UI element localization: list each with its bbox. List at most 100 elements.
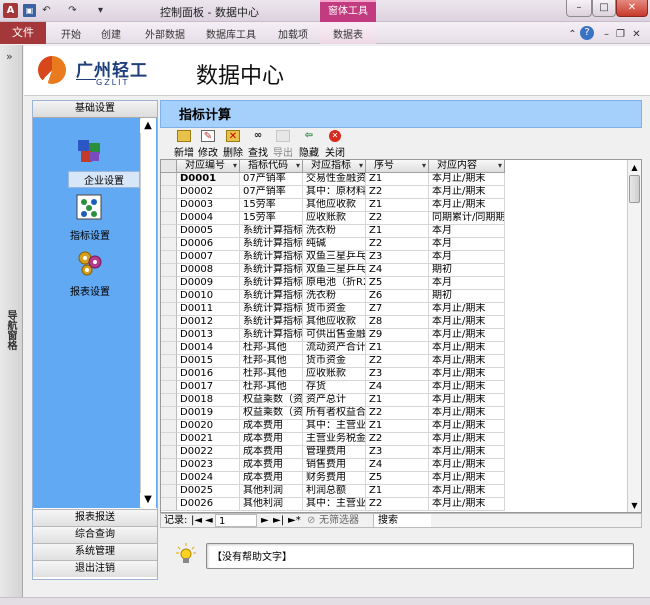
- table-cell[interactable]: D0018: [177, 394, 240, 407]
- table-cell[interactable]: 原电池（折R2: [303, 277, 366, 290]
- table-cell[interactable]: D0004: [177, 212, 240, 225]
- table-cell[interactable]: 权益乘数（资: [240, 407, 303, 420]
- table-row[interactable]: D0024 成本费用 财务费用 Z5 本月止/期末: [161, 472, 627, 485]
- table-cell[interactable]: Z2: [366, 498, 429, 511]
- grid-scroll-up-icon[interactable]: ▲: [628, 161, 641, 175]
- table-cell[interactable]: D0001: [177, 173, 240, 186]
- edit-button[interactable]: ✎ 修改: [195, 130, 221, 159]
- table-cell[interactable]: 成本费用: [240, 459, 303, 472]
- table-cell[interactable]: 双鱼三星乒乓: [303, 251, 366, 264]
- table-cell[interactable]: 07产销率: [240, 173, 303, 186]
- sidebar-item-report-settings[interactable]: 报表设置: [54, 283, 126, 298]
- redo-icon[interactable]: ↷: [66, 4, 79, 17]
- table-cell[interactable]: 本月止/期末: [429, 446, 505, 459]
- table-cell[interactable]: Z3: [366, 368, 429, 381]
- grid-scroll-thumb[interactable]: [629, 175, 640, 203]
- table-cell[interactable]: D0019: [177, 407, 240, 420]
- table-cell[interactable]: D0020: [177, 420, 240, 433]
- table-cell[interactable]: 系统计算指标: [240, 290, 303, 303]
- table-row[interactable]: D0006 系统计算指标 纯碱 Z2 本月: [161, 238, 627, 251]
- table-cell[interactable]: 杜邦-其他: [240, 381, 303, 394]
- row-selector[interactable]: [161, 277, 177, 290]
- tab-database-tools[interactable]: 数据库工具: [206, 26, 256, 41]
- table-cell[interactable]: 其中：原材料: [303, 186, 366, 199]
- table-cell[interactable]: Z2: [366, 407, 429, 420]
- table-cell[interactable]: 其中：主营业: [303, 420, 366, 433]
- table-row[interactable]: D0026 其他利润 其中：主营业 Z2 本月止/期末: [161, 498, 627, 511]
- doc-close-icon[interactable]: ✕: [630, 28, 643, 41]
- scroll-up-icon[interactable]: ▲: [140, 119, 156, 133]
- row-selector[interactable]: [161, 251, 177, 264]
- filter-icon[interactable]: ⊘: [307, 514, 315, 527]
- sidebar-section-comprehensive-query[interactable]: 综合查询: [33, 526, 157, 543]
- table-cell[interactable]: 本月: [429, 238, 505, 251]
- table-row[interactable]: D0016 杜邦-其他 应收账款 Z3 本月止/期末: [161, 368, 627, 381]
- table-cell[interactable]: 销售费用: [303, 459, 366, 472]
- find-button[interactable]: ∞ 查找: [245, 130, 271, 159]
- table-cell[interactable]: 同期累计/同期期: [429, 212, 505, 225]
- row-selector[interactable]: [161, 225, 177, 238]
- delete-button[interactable]: ✕ 删除: [220, 130, 246, 159]
- table-cell[interactable]: 本月: [429, 225, 505, 238]
- table-cell[interactable]: 洗衣粉: [303, 290, 366, 303]
- row-selector[interactable]: [161, 212, 177, 225]
- column-filter-icon[interactable]: ▾: [359, 160, 363, 172]
- sidebar-item-indicator-settings[interactable]: 指标设置: [54, 227, 126, 242]
- current-record-input[interactable]: 1: [215, 514, 257, 527]
- sidebar-section-system-management[interactable]: 系统管理: [33, 543, 157, 560]
- row-selector[interactable]: [161, 433, 177, 446]
- table-cell[interactable]: D0025: [177, 485, 240, 498]
- table-cell[interactable]: Z2: [366, 186, 429, 199]
- table-cell[interactable]: D0013: [177, 329, 240, 342]
- table-cell[interactable]: 本月: [429, 251, 505, 264]
- column-filter-icon[interactable]: ▾: [233, 160, 237, 172]
- table-cell[interactable]: D0002: [177, 186, 240, 199]
- table-cell[interactable]: D0008: [177, 264, 240, 277]
- table-cell[interactable]: 其他应收款: [303, 316, 366, 329]
- row-selector[interactable]: [161, 238, 177, 251]
- table-cell[interactable]: 财务费用: [303, 472, 366, 485]
- table-row[interactable]: D0015 杜邦-其他 货币资金 Z2 本月止/期末: [161, 355, 627, 368]
- table-cell[interactable]: D0024: [177, 472, 240, 485]
- row-selector[interactable]: [161, 446, 177, 459]
- table-row[interactable]: D0025 其他利润 利润总额 Z1 本月止/期末: [161, 485, 627, 498]
- table-cell[interactable]: 15劳率: [240, 199, 303, 212]
- table-cell[interactable]: Z5: [366, 472, 429, 485]
- row-selector[interactable]: [161, 407, 177, 420]
- row-selector[interactable]: [161, 355, 177, 368]
- table-cell[interactable]: Z1: [366, 173, 429, 186]
- table-row[interactable]: D0010 系统计算指标 洗衣粉 Z6 期初: [161, 290, 627, 303]
- table-cell[interactable]: 本月止/期末: [429, 368, 505, 381]
- table-row[interactable]: D0012 系统计算指标 其他应收款 Z8 本月止/期末: [161, 316, 627, 329]
- row-selector[interactable]: [161, 329, 177, 342]
- table-cell[interactable]: 杜邦-其他: [240, 368, 303, 381]
- table-cell[interactable]: 成本费用: [240, 446, 303, 459]
- table-cell[interactable]: Z8: [366, 316, 429, 329]
- tab-external-data[interactable]: 外部数据: [145, 26, 185, 41]
- sidebar-section-logout[interactable]: 退出注销: [33, 560, 157, 577]
- table-cell[interactable]: 双鱼三星乒乓: [303, 264, 366, 277]
- table-cell[interactable]: Z4: [366, 381, 429, 394]
- save-icon[interactable]: ▣: [23, 4, 36, 17]
- grid-vertical-scrollbar[interactable]: [627, 160, 641, 512]
- table-cell[interactable]: D0012: [177, 316, 240, 329]
- column-filter-icon[interactable]: ▾: [422, 160, 426, 172]
- table-cell[interactable]: D0005: [177, 225, 240, 238]
- tab-file[interactable]: 文件: [0, 22, 46, 44]
- table-cell[interactable]: 系统计算指标: [240, 225, 303, 238]
- table-cell[interactable]: D0010: [177, 290, 240, 303]
- dots-grid-icon[interactable]: [75, 193, 103, 221]
- table-cell[interactable]: 系统计算指标: [240, 303, 303, 316]
- table-cell[interactable]: 系统计算指标: [240, 264, 303, 277]
- row-selector[interactable]: [161, 303, 177, 316]
- table-row[interactable]: D0004 15劳率 应收账款 Z2 同期累计/同期期: [161, 212, 627, 225]
- table-cell[interactable]: Z6: [366, 290, 429, 303]
- table-cell[interactable]: 07产销率: [240, 186, 303, 199]
- grid-scroll-down-icon[interactable]: ▼: [628, 499, 641, 512]
- gears-icon[interactable]: [76, 249, 104, 277]
- new-record-button[interactable]: ►*: [288, 514, 301, 527]
- sidebar-section-report-submission[interactable]: 报表报送: [33, 509, 157, 526]
- row-selector[interactable]: [161, 472, 177, 485]
- row-selector[interactable]: [161, 485, 177, 498]
- close-button[interactable]: ✕: [616, 0, 648, 17]
